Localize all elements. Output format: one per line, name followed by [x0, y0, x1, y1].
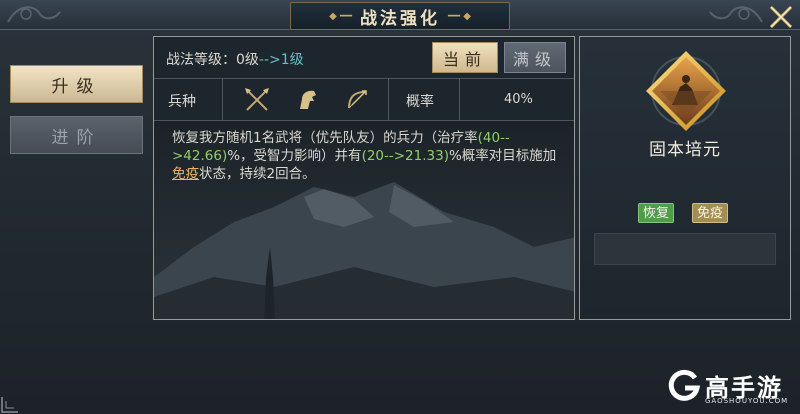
title-ornament-right: ━━ ◆	[448, 10, 471, 22]
empty-info-box	[594, 233, 776, 265]
skill-level-row: 战法等级：0级-->1级 当前 满级	[154, 37, 574, 79]
horse-icon	[300, 90, 316, 109]
level-to: 1级	[280, 52, 304, 68]
left-swirl-ornament	[7, 6, 61, 23]
probability-value: 40%	[504, 92, 533, 107]
bow-icon	[348, 90, 367, 109]
desc-text-4: 状态，持续2回合。	[199, 166, 316, 182]
right-swirl-ornament	[709, 6, 763, 23]
window-title: 战法强化	[360, 8, 440, 29]
corner-ornament	[1, 397, 18, 413]
troop-type-label: 兵种	[168, 94, 196, 110]
probability-label: 概率	[406, 94, 434, 110]
title-plate: ◆ ━━ 战法强化 ━━ ◆	[290, 2, 510, 30]
tag-immune: 免疫	[692, 203, 729, 223]
level-prefix: 战法等级：	[166, 52, 236, 68]
desc-text-1: 恢复我方随机1名武将（优先队友）的兵力（治疗率	[172, 130, 478, 146]
skill-diamond-icon	[646, 51, 726, 131]
site-watermark: 高手游 GAOSHOUYOU.COM	[665, 366, 795, 410]
title-ornament-left: ◆ ━━	[329, 10, 352, 22]
spear-icon	[245, 88, 269, 111]
skill-name: 固本培元	[649, 140, 721, 160]
probability-range: (20-->21.33)	[361, 148, 449, 164]
close-button[interactable]	[766, 2, 796, 32]
skill-detail-panel: 战法等级：0级-->1级 当前 满级 兵种 概率 40% 恢复我方随机1名武将（…	[153, 36, 575, 320]
brand-logo-icon	[668, 369, 701, 401]
close-x-icon	[769, 5, 793, 29]
upgrade-tab-button[interactable]: 升级	[10, 65, 143, 103]
current-level-button[interactable]: 当前	[432, 42, 498, 73]
immune-keyword-link[interactable]: 免疫	[172, 166, 199, 182]
desc-text-3: %概率对目标施加	[448, 148, 557, 164]
desc-text-2: %，受智力影响）并有	[227, 148, 362, 164]
level-from: 0级	[236, 52, 259, 68]
title-bar: ◆ ━━ 战法强化 ━━ ◆	[0, 0, 800, 30]
divider	[388, 79, 389, 121]
skill-level-label: 战法等级：0级-->1级	[166, 49, 304, 69]
skill-card-panel: 固本培元 恢复 免疫	[579, 36, 791, 320]
troop-type-row: 兵种 概率 40%	[154, 79, 574, 121]
advance-tab-button[interactable]: 进阶	[10, 116, 143, 154]
watermark-domain: GAOSHOUYOU.COM	[705, 397, 789, 405]
divider	[222, 79, 223, 121]
max-level-button[interactable]: 满级	[504, 42, 566, 73]
tag-recover: 恢复	[638, 203, 675, 223]
skill-description: 恢复我方随机1名武将（优先队友）的兵力（治疗率(40-->42.66)%，受智力…	[172, 129, 564, 183]
skill-icon	[642, 47, 730, 135]
level-arrow: -->	[258, 52, 281, 68]
divider	[459, 79, 460, 121]
